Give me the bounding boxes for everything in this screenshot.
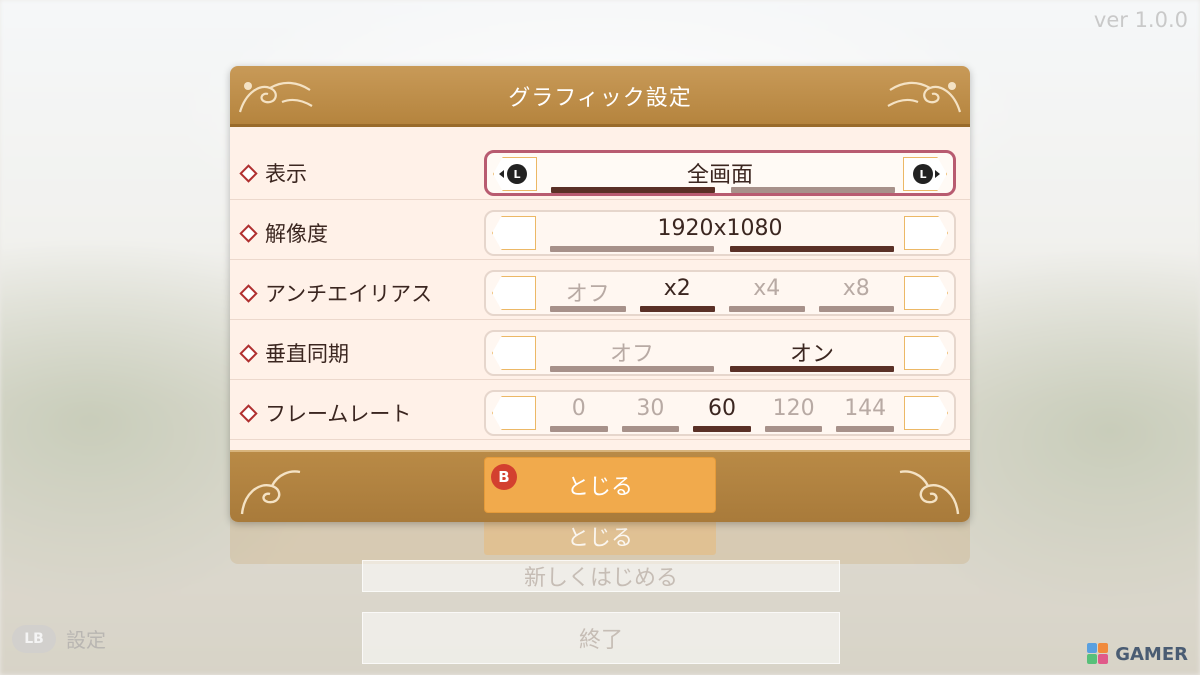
current-value: 全画面 bbox=[686, 163, 753, 188]
option-indicator-bar bbox=[729, 306, 805, 312]
setting-row: 垂直同期 オフ オン bbox=[230, 322, 970, 380]
row-divider bbox=[230, 379, 970, 380]
dialog-header: グラフィック設定 bbox=[230, 66, 970, 127]
option-indicator-bar bbox=[693, 426, 751, 432]
diamond-bullet-icon bbox=[239, 283, 258, 303]
position-indicator-bar bbox=[730, 246, 894, 252]
option-selector[interactable]: L L 全画面 bbox=[484, 150, 956, 196]
footer-left-flourish-icon bbox=[240, 470, 301, 515]
option-selector[interactable]: オフ オン bbox=[484, 330, 956, 376]
option-value[interactable]: 144 bbox=[836, 396, 894, 421]
option-indicator-bar bbox=[639, 306, 715, 312]
ghost-close-button: とじる bbox=[484, 517, 716, 555]
gamer-logo-icon bbox=[1087, 643, 1109, 665]
position-indicator-bar bbox=[550, 246, 714, 252]
next-option-button[interactable] bbox=[904, 276, 948, 310]
current-value: 1920x1080 bbox=[657, 216, 783, 241]
setting-label: 解像度 bbox=[239, 218, 328, 248]
option-indicator-bar bbox=[550, 366, 714, 372]
setting-row: フレームレート 0 30 60 120 144 bbox=[230, 382, 970, 440]
option-value[interactable]: 0 bbox=[550, 396, 608, 421]
diamond-bullet-icon bbox=[239, 223, 258, 243]
row-divider bbox=[230, 319, 970, 320]
row-divider bbox=[230, 439, 970, 440]
diamond-bullet-icon bbox=[239, 403, 258, 423]
option-indicator-bar bbox=[550, 306, 626, 312]
previous-option-button[interactable] bbox=[492, 216, 536, 250]
diamond-bullet-icon bbox=[239, 343, 258, 363]
diamond-bullet-icon bbox=[239, 163, 258, 183]
option-selector[interactable]: オフ x2 x4 x8 bbox=[484, 270, 956, 316]
watermark-text: GAMER bbox=[1115, 643, 1188, 665]
setting-label: 表示 bbox=[239, 158, 307, 188]
setting-row: 解像度 1920x1080 bbox=[230, 202, 970, 260]
b-button-icon: B bbox=[491, 464, 517, 490]
option-value[interactable]: オフ bbox=[550, 336, 714, 368]
next-option-button[interactable] bbox=[904, 336, 948, 370]
option-indicator-bar bbox=[818, 306, 894, 312]
option-value[interactable]: オフ bbox=[550, 276, 626, 308]
option-selector[interactable]: 1920x1080 bbox=[484, 210, 956, 256]
setting-label-text: 垂直同期 bbox=[265, 342, 349, 366]
option-value[interactable]: x8 bbox=[819, 276, 895, 301]
l-button-icon: L bbox=[913, 164, 933, 184]
position-indicator-bar bbox=[731, 187, 895, 193]
setting-label-text: 表示 bbox=[265, 162, 307, 186]
setting-label-text: アンチエイリアス bbox=[265, 282, 433, 306]
setting-row: アンチエイリアス オフ x2 x4 x8 bbox=[230, 262, 970, 320]
next-option-button[interactable] bbox=[904, 396, 948, 430]
option-value[interactable]: オン bbox=[730, 336, 894, 368]
quit-button[interactable]: 終了 bbox=[362, 612, 840, 664]
triangle-icon bbox=[499, 170, 504, 178]
lb-settings-hint[interactable]: LB 設定 bbox=[12, 624, 106, 653]
previous-option-button[interactable] bbox=[492, 336, 536, 370]
close-button[interactable]: B とじる bbox=[484, 457, 716, 513]
option-selector[interactable]: 0 30 60 120 144 bbox=[484, 390, 956, 436]
option-indicator-bar bbox=[621, 426, 680, 432]
lb-hint-label: 設定 bbox=[66, 628, 106, 652]
triangle-icon bbox=[935, 170, 940, 178]
watermark: GAMER bbox=[1087, 643, 1188, 665]
next-option-button[interactable] bbox=[904, 216, 948, 250]
option-value[interactable]: 30 bbox=[622, 396, 680, 421]
setting-label: アンチエイリアス bbox=[239, 278, 433, 308]
option-value[interactable]: 60 bbox=[693, 396, 751, 421]
option-value[interactable]: x4 bbox=[729, 276, 805, 301]
l-button-icon: L bbox=[507, 164, 527, 184]
left-arrow-icon: L bbox=[493, 157, 537, 191]
row-divider bbox=[230, 259, 970, 260]
setting-label-text: 解像度 bbox=[265, 222, 328, 246]
close-button-label: とじる bbox=[566, 475, 633, 500]
option-indicator-bar bbox=[730, 366, 894, 372]
option-indicator-bar bbox=[550, 426, 608, 432]
option-indicator-bar bbox=[764, 426, 823, 432]
lb-button-icon: LB bbox=[12, 624, 56, 653]
graphics-settings-dialog: グラフィック設定 表示 L L 全画面 解像度 1920x1080 アンチエイリアス オフ x2… bbox=[230, 66, 970, 522]
setting-label: 垂直同期 bbox=[239, 338, 349, 368]
ghost-new-game-button: 新しくはじめる bbox=[362, 560, 840, 592]
option-indicator-bar bbox=[836, 426, 894, 432]
setting-label: フレームレート bbox=[239, 398, 412, 428]
previous-option-button[interactable] bbox=[492, 396, 536, 430]
position-indicator-bar bbox=[551, 187, 715, 193]
footer-right-flourish-icon bbox=[899, 470, 960, 515]
option-value[interactable]: 120 bbox=[765, 396, 823, 421]
row-divider bbox=[230, 199, 970, 200]
previous-option-button[interactable] bbox=[492, 276, 536, 310]
right-arrow-icon: L bbox=[903, 157, 947, 191]
version-label: ver 1.0.0 bbox=[1093, 8, 1188, 32]
setting-label-text: フレームレート bbox=[265, 402, 412, 426]
option-value[interactable]: x2 bbox=[640, 276, 716, 301]
right-flourish-icon bbox=[887, 81, 962, 113]
setting-row: 表示 L L 全画面 bbox=[230, 142, 970, 200]
dialog-title: グラフィック設定 bbox=[508, 86, 692, 111]
